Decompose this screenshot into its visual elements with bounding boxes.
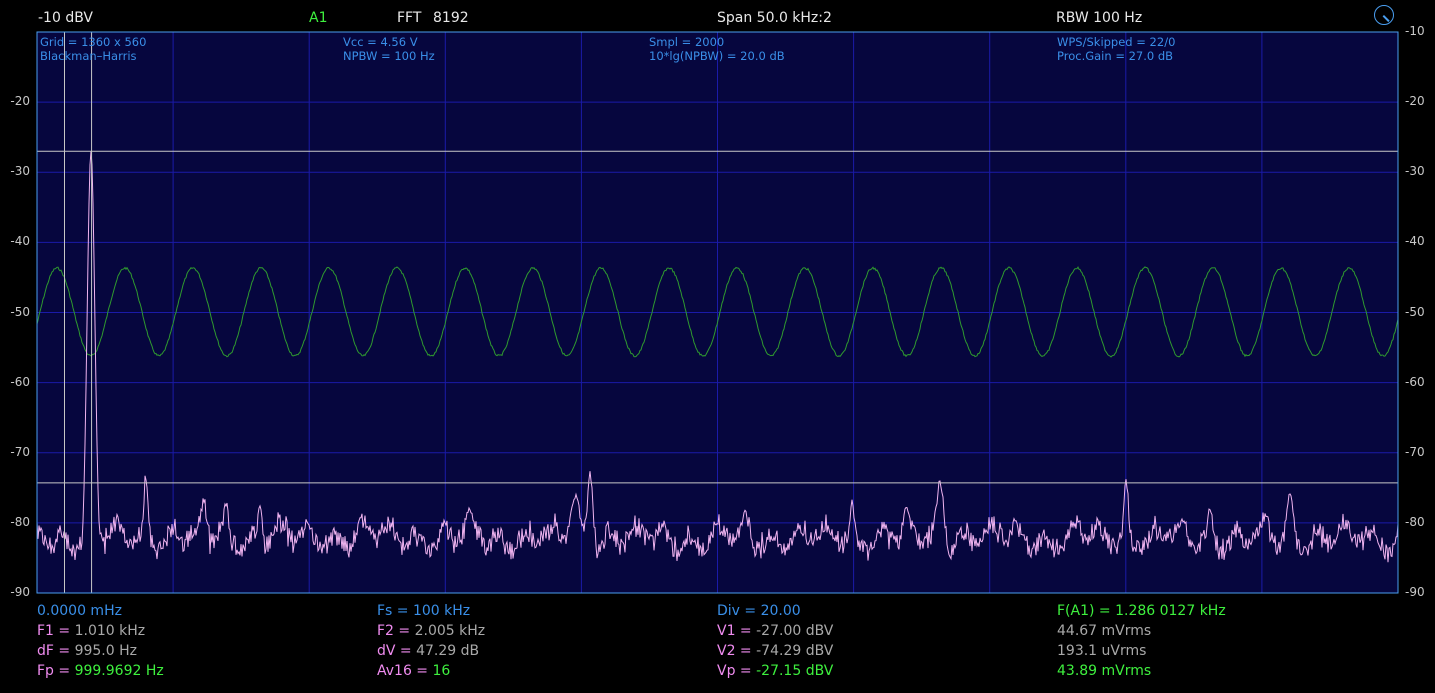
info-block-2: Vcc = 4.56 V NPBW = 100 Hz [343,35,435,63]
y-tick-label: -30 [10,164,30,179]
npbw-db-info: 10*lg(NPBW) = 20.0 dB [649,49,785,63]
info-block-4: WPS/Skipped = 22/0 Proc.Gain = 27.0 dB [1057,35,1175,63]
vp-label: Vp = [717,663,757,679]
v1-value: -27.00 dBV [756,623,834,639]
y-tick-label: -50 [10,304,30,319]
y-tick-label: -90 [10,585,30,599]
f2-label: F2 = [377,623,415,639]
y-tick-label: -20 [1405,94,1425,109]
fp-label: Fp = [37,663,75,679]
f1-readout[interactable]: F1 = 1.010 kHz [37,623,145,639]
f1-label: F1 = [37,623,75,639]
v1-label: V1 = [717,623,757,639]
smpl-info: Smpl = 2000 [649,35,725,49]
y-tick-label: -40 [1405,234,1425,249]
proc-gain-info: Proc.Gain = 27.0 dB [1057,49,1174,63]
grid-info: Grid = 1360 x 560 [40,35,147,49]
dv-readout[interactable]: dV = 47.29 dB [377,643,479,659]
v2-value: -74.29 dBV [756,643,834,659]
fs-readout[interactable]: Fs = 100 kHz [377,603,470,619]
df-readout[interactable]: dF = 995.0 Hz [37,643,137,659]
wps-info: WPS/Skipped = 22/0 [1057,35,1176,49]
fa1-readout[interactable]: F(A1) = 1.286 0127 kHz [1057,603,1226,619]
info-block-1: Grid = 1360 x 560 Blackman–Harris [40,35,146,63]
df-value: 995.0 Hz [74,643,137,659]
npbw-info: NPBW = 100 Hz [343,49,435,63]
f2-readout[interactable]: F2 = 2.005 kHz [377,623,485,639]
y-tick-label: -80 [10,514,30,529]
y-tick-label: -80 [1405,514,1425,529]
dv-value: 47.29 dB [416,643,480,659]
window-info: Blackman–Harris [40,49,137,63]
v2-readout[interactable]: V2 = -74.29 dBV [717,643,833,659]
rms2-readout: 193.1 uVrms [1057,643,1147,659]
dv-label: dV = [377,643,417,659]
fp-readout[interactable]: Fp = 999.9692 Hz [37,663,164,679]
spectrum-display[interactable] [0,0,1435,693]
f2-value: 2.005 kHz [414,623,486,639]
y-tick-label: -30 [1405,164,1425,179]
y-tick-label: -50 [1405,304,1425,319]
y-tick-label: -60 [1405,374,1425,389]
y-tick-label: -40 [10,234,30,249]
vcc-info: Vcc = 4.56 V [343,35,418,49]
y-tick-label: -60 [10,374,30,389]
vp-readout[interactable]: Vp = -27.15 dBV [717,663,833,679]
y-tick-label: -70 [1405,444,1425,459]
average-value: 16 [432,663,451,679]
info-block-3: Smpl = 2000 10*lg(NPBW) = 20.0 dB [649,35,785,63]
y-tick-label: -10 [1405,24,1425,38]
div-readout[interactable]: Div = 20.00 [717,603,801,619]
f1-value: 1.010 kHz [74,623,146,639]
rms3-readout: 43.89 mVrms [1057,663,1152,679]
vp-value: -27.15 dBV [756,663,834,679]
v1-readout[interactable]: V1 = -27.00 dBV [717,623,833,639]
df-label: dF = [37,643,75,659]
rms1-readout: 44.67 mVrms [1057,623,1152,639]
average-label: Av16 = [377,663,433,679]
start-frequency[interactable]: 0.0000 mHz [37,603,122,619]
y-tick-label: -20 [10,94,30,109]
average-readout[interactable]: Av16 = 16 [377,663,450,679]
y-tick-label: -90 [1405,585,1425,599]
fp-value: 999.9692 Hz [74,663,164,679]
v2-label: V2 = [717,643,757,659]
y-tick-label: -70 [10,444,30,459]
